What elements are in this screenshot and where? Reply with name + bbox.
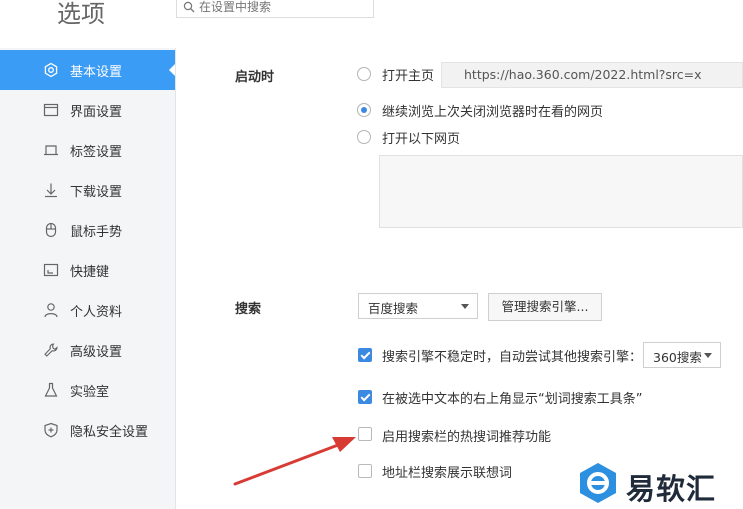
annotation-arrow xyxy=(233,437,356,486)
logo-icon xyxy=(580,463,616,503)
watermark-text: 易软汇 xyxy=(626,472,717,506)
